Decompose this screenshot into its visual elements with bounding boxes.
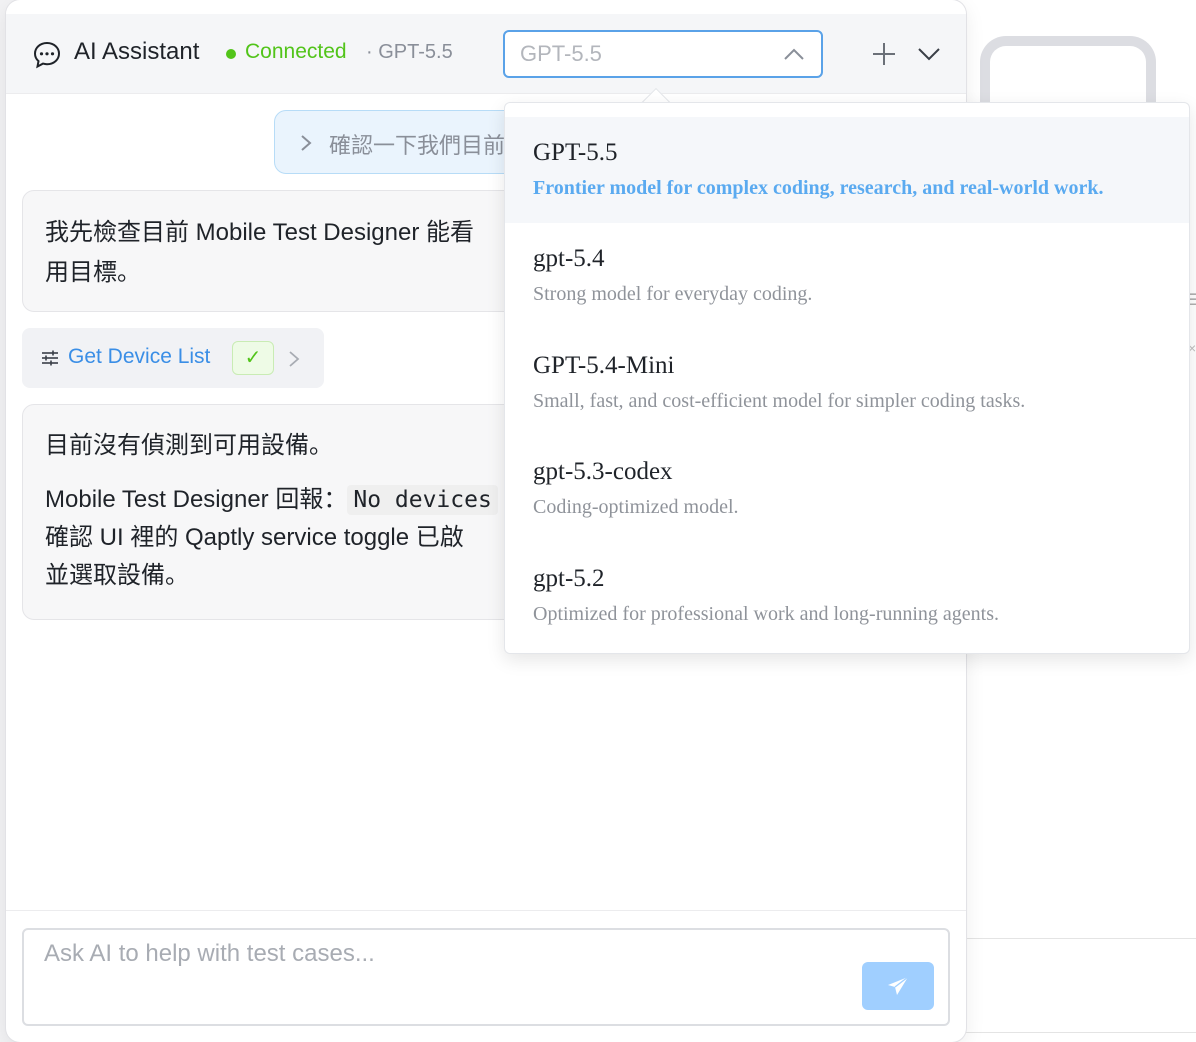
model-option-desc: Coding-optimized model. [533,496,739,518]
model-option-name: gpt-5.3-codex [533,458,673,485]
chevron-up-icon [784,48,804,60]
current-model-label: · GPT-5.5 [366,41,453,63]
model-option-name: GPT-5.4-Mini [533,352,675,379]
model-option-desc: Optimized for professional work and long… [533,603,1000,625]
message-line: 目前沒有偵測到可用設備。 [45,432,333,459]
model-select[interactable]: GPT-5.5 [503,30,823,78]
message-text: Mobile Test Designer 回報： [45,486,348,513]
assistant-header: AI Assistant Connected · GPT-5.5 GPT-5.5 [6,14,966,94]
model-select-value: GPT-5.5 [520,41,602,66]
connection-status: Connected [245,40,347,63]
model-option-desc: Strong model for everyday coding. [533,283,813,305]
new-chat-plus-icon[interactable] [870,40,898,68]
sliders-icon [42,350,58,366]
model-option-gpt-5-2[interactable]: gpt-5.2 Optimized for professional work … [505,543,1189,649]
assistant-title: AI Assistant [74,38,200,65]
send-button[interactable] [862,962,934,1010]
chat-bubble-icon [33,41,61,69]
collapsed-message-text: 確認一下我們目前的 [329,133,528,158]
tool-call-get-device-list[interactable]: Get Device List ✓ [22,328,324,388]
assistant-message: 我先檢查目前 Mobile Test Designer 能看 用目標。 [22,190,542,312]
chevron-right-icon [301,135,312,151]
model-option-name: gpt-5.2 [533,565,605,592]
chat-input[interactable] [24,930,948,1024]
model-option-desc: Small, fast, and cost-efficient model fo… [533,390,1026,412]
assistant-message: 目前沒有偵測到可用設備。 Mobile Test Designer 回報： No … [22,404,542,620]
model-option-desc: Frontier model for complex coding, resea… [533,177,1104,199]
send-icon [888,976,909,995]
model-option-name: GPT-5.5 [533,139,618,166]
model-option-gpt-5-5[interactable]: GPT-5.5 Frontier model for complex codin… [505,117,1189,223]
message-line: 用目標。 [45,259,141,286]
model-option-gpt-5-4[interactable]: gpt-5.4 Strong model for everyday coding… [505,223,1189,329]
message-line: Mobile Test Designer 回報： No devices [45,481,519,519]
background-divider [960,938,1196,939]
background-divider [960,1032,1196,1033]
message-line: 我先檢查目前 Mobile Test Designer 能看 [45,219,474,246]
inline-code: No devices [347,485,498,515]
message-line: 並選取設備。 [45,562,189,589]
tool-success-badge: ✓ [232,341,274,375]
chevron-down-icon[interactable] [916,44,942,64]
model-option-gpt-5-4-mini[interactable]: GPT-5.4-Mini Small, fast, and cost-effic… [505,330,1189,436]
message-line: 確認 UI 裡的 Qaptly service toggle 已啟 [45,524,464,551]
input-divider [6,910,966,911]
model-option-gpt-5-3-codex[interactable]: gpt-5.3-codex Coding-optimized model. [505,436,1189,542]
connection-status-dot [226,49,236,59]
tool-call-label: Get Device List [68,345,211,368]
chevron-right-icon [289,351,300,367]
model-dropdown: GPT-5.5 Frontier model for complex codin… [504,102,1190,654]
model-option-name: gpt-5.4 [533,245,605,272]
chat-input-box [22,928,950,1026]
